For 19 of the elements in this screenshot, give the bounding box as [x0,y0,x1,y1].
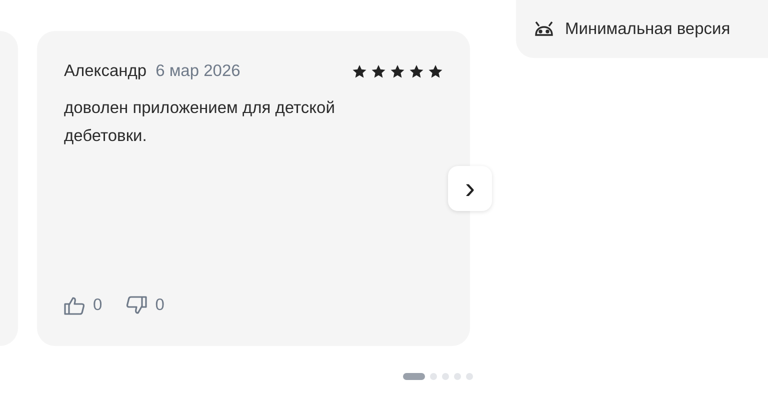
review-author: Александр [64,61,147,82]
page-dot[interactable] [430,373,437,380]
thumbs-up-icon [64,296,85,316]
page-dot[interactable] [442,373,449,380]
star-icon [428,64,443,79]
star-icon [371,64,386,79]
star-icon [352,64,367,79]
review-date: 6 мар 2026 [156,61,240,82]
page-dot[interactable] [454,373,461,380]
thumbs-down-icon [126,296,148,316]
like-button[interactable]: 0 [64,293,102,318]
next-button[interactable]: › [448,166,492,211]
min-version-label: Минимальная версия [565,18,730,40]
star-icon [390,64,405,79]
review-text: доволен приложением для детской дебетовки. [64,98,336,147]
dislike-button[interactable]: 0 [126,293,164,318]
android-icon [534,21,554,37]
page-dot[interactable] [466,373,473,380]
star-icon [409,64,424,79]
